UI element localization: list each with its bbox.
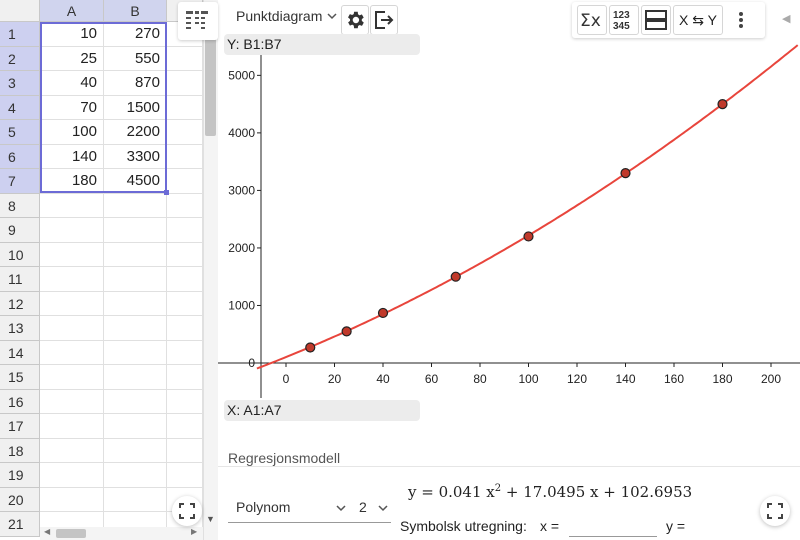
degree-select-underline bbox=[351, 522, 391, 523]
chevron-down-icon[interactable] bbox=[336, 503, 346, 513]
regression-formula: y = 0.041 x2 + 17.0495 x + 102.6953 bbox=[408, 483, 693, 501]
y-range-value[interactable]: B1:B7 bbox=[243, 36, 281, 52]
x-value-input[interactable] bbox=[569, 520, 657, 537]
y-result-label: y = bbox=[666, 518, 686, 534]
svg-text:Σx: Σx bbox=[580, 11, 601, 30]
chevron-down-icon[interactable] bbox=[327, 11, 337, 21]
sigma-x-icon: Σx bbox=[580, 11, 601, 30]
gear-icon bbox=[348, 11, 364, 29]
fullscreen-icon bbox=[767, 503, 783, 519]
x-tick-label: 160 bbox=[664, 372, 684, 386]
settings-button[interactable] bbox=[341, 5, 369, 35]
layout-button[interactable] bbox=[641, 5, 671, 35]
y-range-label: Y: bbox=[227, 36, 240, 52]
data-point bbox=[341, 326, 352, 337]
data-point bbox=[717, 99, 728, 110]
export-icon bbox=[375, 11, 394, 29]
x-range-label: X: bbox=[227, 402, 241, 418]
x-tick-label: 20 bbox=[328, 372, 342, 386]
scatter-plot: 0 20 40 60 80 100 120 140 160 180 2000100020003000… bbox=[218, 44, 800, 398]
x-tick-label: 100 bbox=[518, 372, 538, 386]
x-input-label: x = bbox=[540, 518, 560, 534]
x-tick-label: 200 bbox=[761, 372, 781, 386]
y-tick-label: 3000 bbox=[228, 183, 255, 197]
x-tick-label: 180 bbox=[712, 372, 732, 386]
x-tick-label: 40 bbox=[376, 372, 390, 386]
numbers-icon: 123 345 bbox=[613, 10, 630, 32]
svg-text:345: 345 bbox=[613, 21, 630, 32]
y-tick-label: 4000 bbox=[228, 126, 255, 140]
data-point bbox=[620, 168, 631, 179]
x-range-value[interactable]: A1:A7 bbox=[243, 402, 281, 418]
x-tick-label: 80 bbox=[473, 372, 487, 386]
x-tick-label: 120 bbox=[567, 372, 587, 386]
chevron-down-icon[interactable] bbox=[378, 503, 388, 513]
collapse-panel-icon[interactable]: ◀ bbox=[782, 12, 790, 25]
regression-title: Regresjonsmodell bbox=[228, 450, 341, 466]
svg-text:123: 123 bbox=[613, 10, 630, 21]
symbolic-calc-label: Symbolsk utregning: bbox=[400, 518, 527, 534]
more-options-button[interactable] bbox=[735, 10, 747, 35]
y-tick-label: 2000 bbox=[228, 241, 255, 255]
x-range-field[interactable]: X: A1:A7 bbox=[224, 400, 420, 421]
swap-xy-button[interactable]: X ⇆ Y bbox=[673, 5, 723, 35]
x-tick-label: 0 bbox=[283, 372, 290, 386]
y-tick-label: 1000 bbox=[228, 298, 255, 312]
statistics-button[interactable]: Σx bbox=[577, 5, 607, 35]
number-format-button[interactable]: 123 345 bbox=[609, 5, 639, 35]
plot-type-select[interactable]: Punktdiagram bbox=[236, 8, 322, 24]
regression-curve bbox=[256, 44, 799, 370]
x-tick-label: 60 bbox=[425, 372, 439, 386]
data-point bbox=[305, 342, 316, 353]
y-tick-label: 0 bbox=[248, 356, 255, 370]
graph-fullscreen-button[interactable] bbox=[760, 496, 790, 526]
regression-model-select[interactable]: Polynom bbox=[236, 499, 290, 515]
more-vertical-icon bbox=[739, 12, 743, 28]
regression-divider bbox=[218, 466, 800, 467]
x-tick-label: 140 bbox=[615, 372, 635, 386]
polynomial-degree-select[interactable]: 2 bbox=[359, 499, 367, 515]
data-point bbox=[523, 231, 534, 242]
export-button[interactable] bbox=[370, 5, 398, 35]
data-point bbox=[377, 307, 389, 319]
y-range-field[interactable]: Y: B1:B7 bbox=[224, 34, 420, 55]
y-tick-label: 5000 bbox=[228, 68, 255, 82]
split-layout-icon bbox=[645, 10, 667, 30]
data-point bbox=[450, 271, 461, 282]
